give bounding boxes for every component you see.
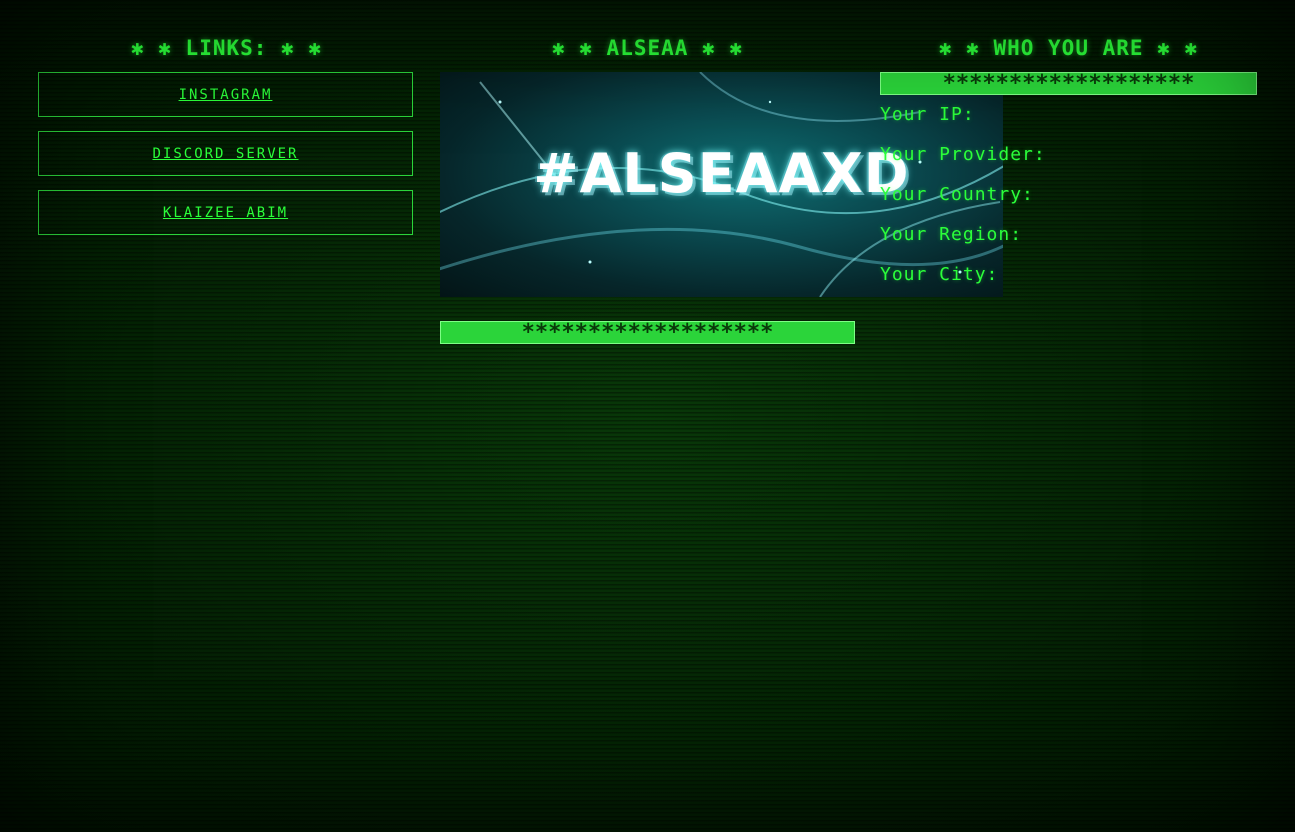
klaizee-abim-link-box[interactable]: KLAIZEE ABIM bbox=[38, 190, 413, 235]
region-label: Your Region: bbox=[880, 224, 1023, 245]
country-label: Your Country: bbox=[880, 184, 1034, 205]
instagram-link[interactable]: INSTAGRAM bbox=[179, 87, 273, 103]
who-you-are-heading: ✱ ✱ WHO YOU ARE ✱ ✱ bbox=[938, 36, 1199, 60]
discord-server-link[interactable]: DISCORD SERVER bbox=[152, 146, 298, 162]
instagram-link-box[interactable]: INSTAGRAM bbox=[38, 72, 413, 117]
city-label: Your City: bbox=[880, 264, 999, 285]
links-heading: ✱ ✱ LINKS: ✱ ✱ bbox=[130, 36, 322, 60]
brand-heading: ✱ ✱ ALSEAA ✱ ✱ bbox=[551, 36, 743, 60]
discord-server-link-box[interactable]: DISCORD SERVER bbox=[38, 131, 413, 176]
who-star-bar: ******************* bbox=[880, 72, 1257, 95]
brand-star-bar: ******************* bbox=[440, 321, 855, 344]
klaizee-abim-link[interactable]: KLAIZEE ABIM bbox=[163, 205, 288, 221]
provider-label: Your Provider: bbox=[880, 144, 1046, 165]
ip-label: Your IP: bbox=[880, 104, 975, 125]
